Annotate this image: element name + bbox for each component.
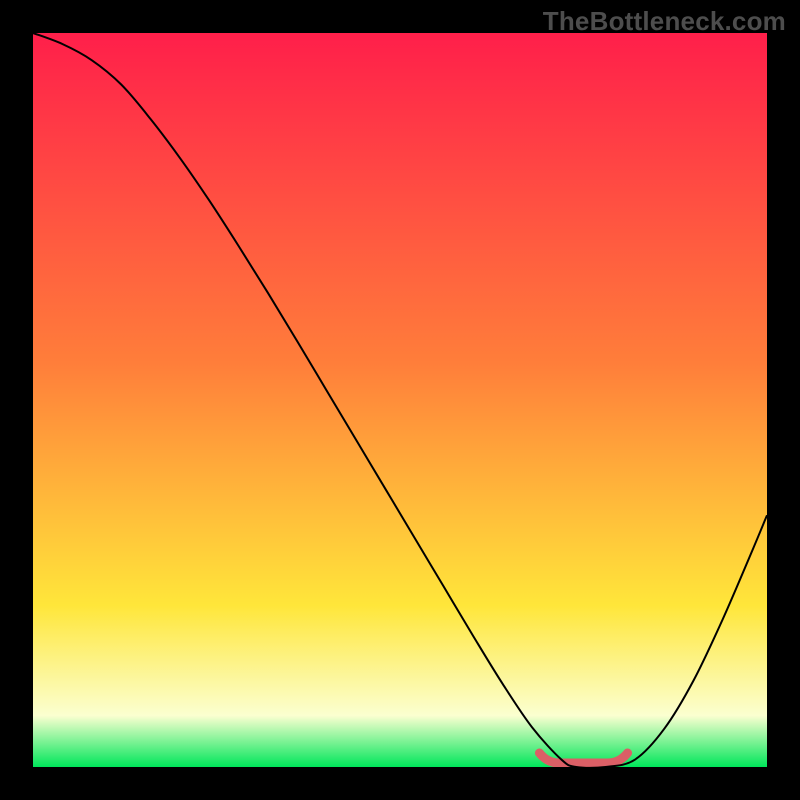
chart-background-gradient xyxy=(33,33,767,767)
chart-frame: TheBottleneck.com xyxy=(0,0,800,800)
watermark-text: TheBottleneck.com xyxy=(543,6,786,37)
bottleneck-chart xyxy=(0,0,800,800)
